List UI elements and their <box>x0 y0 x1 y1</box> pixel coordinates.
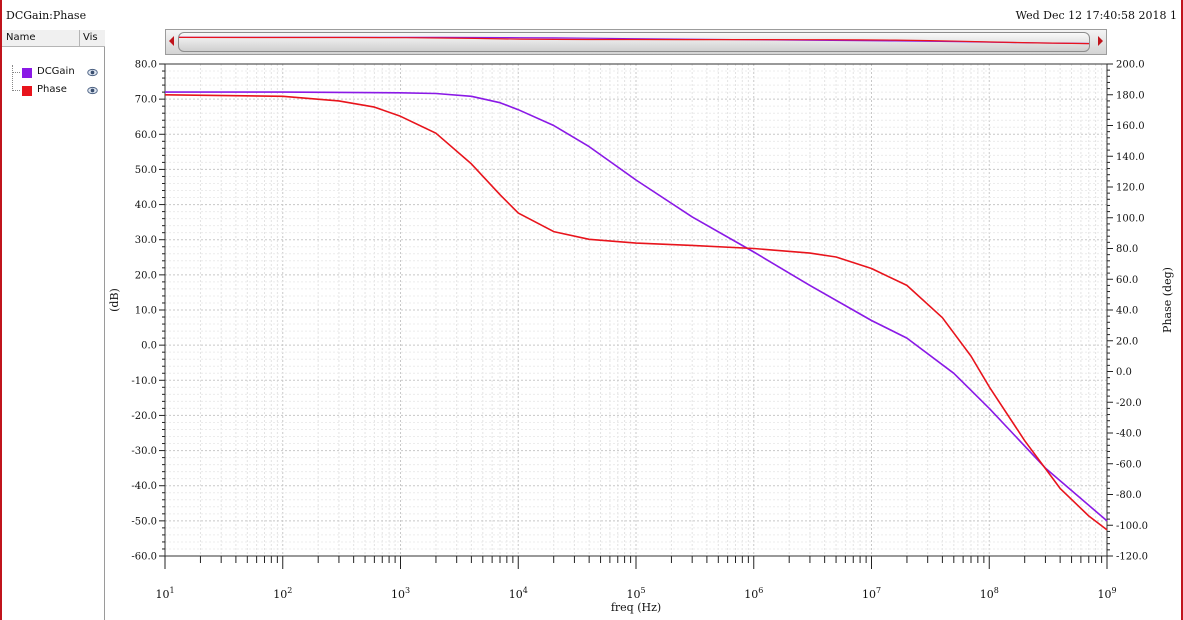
y-axis-title-right: Phase (deg) <box>1161 267 1174 333</box>
y-tick-label-left: 50.0 <box>135 165 157 176</box>
y-tick-label-left: 10.0 <box>135 306 157 317</box>
y-tick-label-left: 0.0 <box>141 341 157 352</box>
y-tick-label-left: -20.0 <box>131 411 157 422</box>
x-tick-label: 102 <box>273 586 292 601</box>
y-tick-label-left: 40.0 <box>135 200 157 211</box>
x-tick-label: 105 <box>626 586 645 601</box>
y-tick-label-right: 200.0 <box>1116 60 1145 71</box>
y-tick-label-right: -100.0 <box>1116 521 1148 532</box>
y-tick-label-right: 60.0 <box>1116 275 1138 286</box>
y-tick-label-left: 80.0 <box>135 60 157 71</box>
y-tick-label-right: -120.0 <box>1116 552 1148 563</box>
y-tick-label-right: 140.0 <box>1116 152 1145 163</box>
y-tick-label-right: 80.0 <box>1116 244 1138 255</box>
axis-labels: 80.0 70.0 60.0 50.0 40.0 30.0 20.0 10.0 0.0 -10.0… <box>108 60 1174 615</box>
y-tick-label-left: -40.0 <box>131 481 157 492</box>
x-tick-label: 109 <box>1097 586 1116 601</box>
y-tick-label-right: 180.0 <box>1116 90 1145 101</box>
y-tick-label-right: -40.0 <box>1116 429 1142 440</box>
bode-plot: 80.0 70.0 60.0 50.0 40.0 30.0 20.0 10.0 0.0 -10.0… <box>108 60 1174 615</box>
x-tick-label: 104 <box>509 586 528 601</box>
x-tick-label: 107 <box>862 586 881 601</box>
y-tick-label-right: -60.0 <box>1116 459 1142 470</box>
y-tick-label-left: 20.0 <box>135 270 157 281</box>
x-tick-label: 103 <box>391 586 410 601</box>
x-axis-title: freq (Hz) <box>611 601 661 614</box>
y-tick-label-left: 70.0 <box>135 95 157 106</box>
y-tick-label-left: -30.0 <box>131 446 157 457</box>
y-tick-label-left: -50.0 <box>131 516 157 527</box>
y-axis-title-left: (dB) <box>108 288 121 312</box>
y-tick-label-right: -80.0 <box>1116 490 1142 501</box>
x-tick-label: 101 <box>155 586 174 601</box>
y-tick-label-left: -60.0 <box>131 552 157 563</box>
y-tick-label-right: 40.0 <box>1116 306 1138 317</box>
y-tick-label-right: 0.0 <box>1116 367 1132 378</box>
y-tick-label-right: 120.0 <box>1116 183 1145 194</box>
y-tick-label-right: -20.0 <box>1116 398 1142 409</box>
y-tick-label-left: 60.0 <box>135 130 157 141</box>
y-tick-label-left: 30.0 <box>135 235 157 246</box>
x-tick-label: 106 <box>744 586 763 601</box>
y-tick-label-left: -10.0 <box>131 376 157 387</box>
y-tick-label-right: 160.0 <box>1116 121 1145 132</box>
y-tick-label-right: 20.0 <box>1116 336 1138 347</box>
x-tick-label: 108 <box>980 586 999 601</box>
grid <box>164 63 1108 557</box>
y-tick-label-right: 100.0 <box>1116 213 1145 224</box>
